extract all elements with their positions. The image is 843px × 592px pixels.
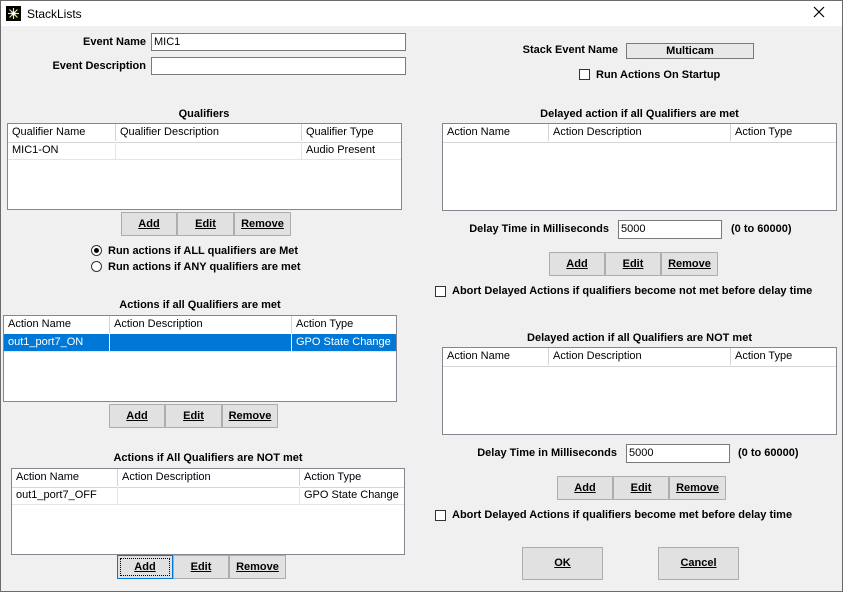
ok-button[interactable]: OK xyxy=(522,547,603,580)
actions-met-edit-button[interactable]: Edit xyxy=(165,404,222,428)
qualifiers-title: Qualifiers xyxy=(178,108,230,120)
close-icon xyxy=(813,6,825,21)
stack-event-name-value: Multicam xyxy=(626,43,754,59)
column-header[interactable]: Action Name xyxy=(443,348,549,365)
column-header[interactable]: Action Name xyxy=(12,469,118,486)
table-cell xyxy=(110,334,292,351)
qualifiers-remove-button[interactable]: Remove xyxy=(234,212,291,236)
delayed-not-met-remove-button[interactable]: Remove xyxy=(669,476,726,500)
table-cell: out1_port7_ON xyxy=(4,334,110,351)
column-header[interactable]: Action Description xyxy=(118,469,300,486)
delayed-met-abort-checkbox[interactable] xyxy=(435,286,446,297)
qualifiers-list[interactable]: Qualifier Name Qualifier Description Qua… xyxy=(7,123,402,210)
column-header[interactable]: Qualifier Name xyxy=(8,124,116,141)
event-description-label: Event Description xyxy=(52,60,146,72)
delayed-not-met-add-button[interactable]: Add xyxy=(557,476,613,500)
cancel-button[interactable]: Cancel xyxy=(658,547,739,580)
column-header[interactable]: Action Type xyxy=(731,348,836,365)
app-icon xyxy=(6,6,21,21)
table-row[interactable]: MIC1-ON Audio Present xyxy=(8,142,401,160)
table-cell: GPO State Change xyxy=(292,334,396,351)
column-header[interactable]: Qualifier Type xyxy=(302,124,401,141)
title-bar: StackLists xyxy=(1,1,842,26)
window-title: StackLists xyxy=(27,7,82,21)
table-cell xyxy=(118,487,300,504)
event-name-label: Event Name xyxy=(83,36,146,48)
table-cell: out1_port7_OFF xyxy=(12,487,118,504)
run-on-startup-label: Run Actions On Startup xyxy=(596,69,721,81)
delayed-not-met-title: Delayed action if all Qualifiers are NOT… xyxy=(527,332,752,344)
actions-not-met-remove-button[interactable]: Remove xyxy=(229,555,286,579)
run-if-all-label: Run actions if ALL qualifiers are Met xyxy=(108,245,299,257)
column-header[interactable]: Action Type xyxy=(731,124,836,141)
qualifiers-header: Qualifier Name Qualifier Description Qua… xyxy=(8,124,401,143)
column-header[interactable]: Action Name xyxy=(443,124,549,141)
column-header[interactable]: Action Description xyxy=(110,316,292,333)
delayed-met-range-label: (0 to 60000) xyxy=(731,223,792,235)
column-header[interactable]: Action Name xyxy=(4,316,110,333)
qualifiers-edit-button[interactable]: Edit xyxy=(177,212,234,236)
delayed-met-abort-label: Abort Delayed Actions if qualifiers beco… xyxy=(452,285,813,297)
table-cell: MIC1-ON xyxy=(8,142,116,159)
qualifiers-add-button[interactable]: Add xyxy=(121,212,177,236)
delayed-met-title: Delayed action if all Qualifiers are met xyxy=(540,108,739,120)
column-header[interactable]: Action Type xyxy=(300,469,404,486)
run-if-all-radio[interactable] xyxy=(91,245,102,256)
column-header[interactable]: Action Description xyxy=(549,348,731,365)
table-cell: Audio Present xyxy=(302,142,401,159)
actions-not-met-title: Actions if All Qualifiers are NOT met xyxy=(113,452,303,464)
actions-met-title: Actions if all Qualifiers are met xyxy=(119,299,281,311)
actions-not-met-list[interactable]: Action Name Action Description Action Ty… xyxy=(11,468,405,555)
actions-met-list[interactable]: Action Name Action Description Action Ty… xyxy=(3,315,397,402)
delayed-not-met-delay-input[interactable]: 5000 xyxy=(626,444,730,463)
stacklists-dialog: StackLists Event Name MIC1 Event Descrip… xyxy=(0,0,843,592)
delayed-met-add-button[interactable]: Add xyxy=(549,252,605,276)
delayed-not-met-edit-button[interactable]: Edit xyxy=(613,476,669,500)
table-cell xyxy=(116,142,302,159)
delayed-not-met-delay-label: Delay Time in Milliseconds xyxy=(477,447,617,459)
run-if-any-radio[interactable] xyxy=(91,261,102,272)
table-row[interactable]: out1_port7_OFF GPO State Change xyxy=(12,487,404,505)
delayed-not-met-abort-label: Abort Delayed Actions if qualifiers beco… xyxy=(452,509,793,521)
actions-not-met-edit-button[interactable]: Edit xyxy=(173,555,229,579)
actions-met-add-button[interactable]: Add xyxy=(109,404,165,428)
delayed-not-met-range-label: (0 to 60000) xyxy=(738,447,799,459)
delayed-not-met-list[interactable]: Action Name Action Description Action Ty… xyxy=(442,347,837,435)
close-button[interactable] xyxy=(796,1,842,26)
actions-met-remove-button[interactable]: Remove xyxy=(222,404,278,428)
delayed-met-header: Action Name Action Description Action Ty… xyxy=(443,124,836,143)
actions-not-met-header: Action Name Action Description Action Ty… xyxy=(12,469,404,488)
delayed-met-remove-button[interactable]: Remove xyxy=(661,252,718,276)
column-header[interactable]: Qualifier Description xyxy=(116,124,302,141)
delayed-not-met-header: Action Name Action Description Action Ty… xyxy=(443,348,836,367)
table-row[interactable]: out1_port7_ON GPO State Change xyxy=(4,334,396,352)
delayed-not-met-abort-checkbox[interactable] xyxy=(435,510,446,521)
table-cell: GPO State Change xyxy=(300,487,404,504)
event-name-input[interactable]: MIC1 xyxy=(151,33,406,51)
event-description-input[interactable] xyxy=(151,57,406,75)
delayed-met-delay-input[interactable]: 5000 xyxy=(618,220,722,239)
column-header[interactable]: Action Description xyxy=(549,124,731,141)
run-on-startup-checkbox[interactable] xyxy=(579,69,590,80)
delayed-met-delay-label: Delay Time in Milliseconds xyxy=(469,223,609,235)
column-header[interactable]: Action Type xyxy=(292,316,396,333)
actions-met-header: Action Name Action Description Action Ty… xyxy=(4,316,396,335)
actions-not-met-add-button[interactable]: Add xyxy=(117,555,173,579)
delayed-met-list[interactable]: Action Name Action Description Action Ty… xyxy=(442,123,837,211)
stack-event-name-label: Stack Event Name xyxy=(522,44,618,56)
delayed-met-edit-button[interactable]: Edit xyxy=(605,252,661,276)
run-if-any-label: Run actions if ANY qualifiers are met xyxy=(108,261,301,273)
